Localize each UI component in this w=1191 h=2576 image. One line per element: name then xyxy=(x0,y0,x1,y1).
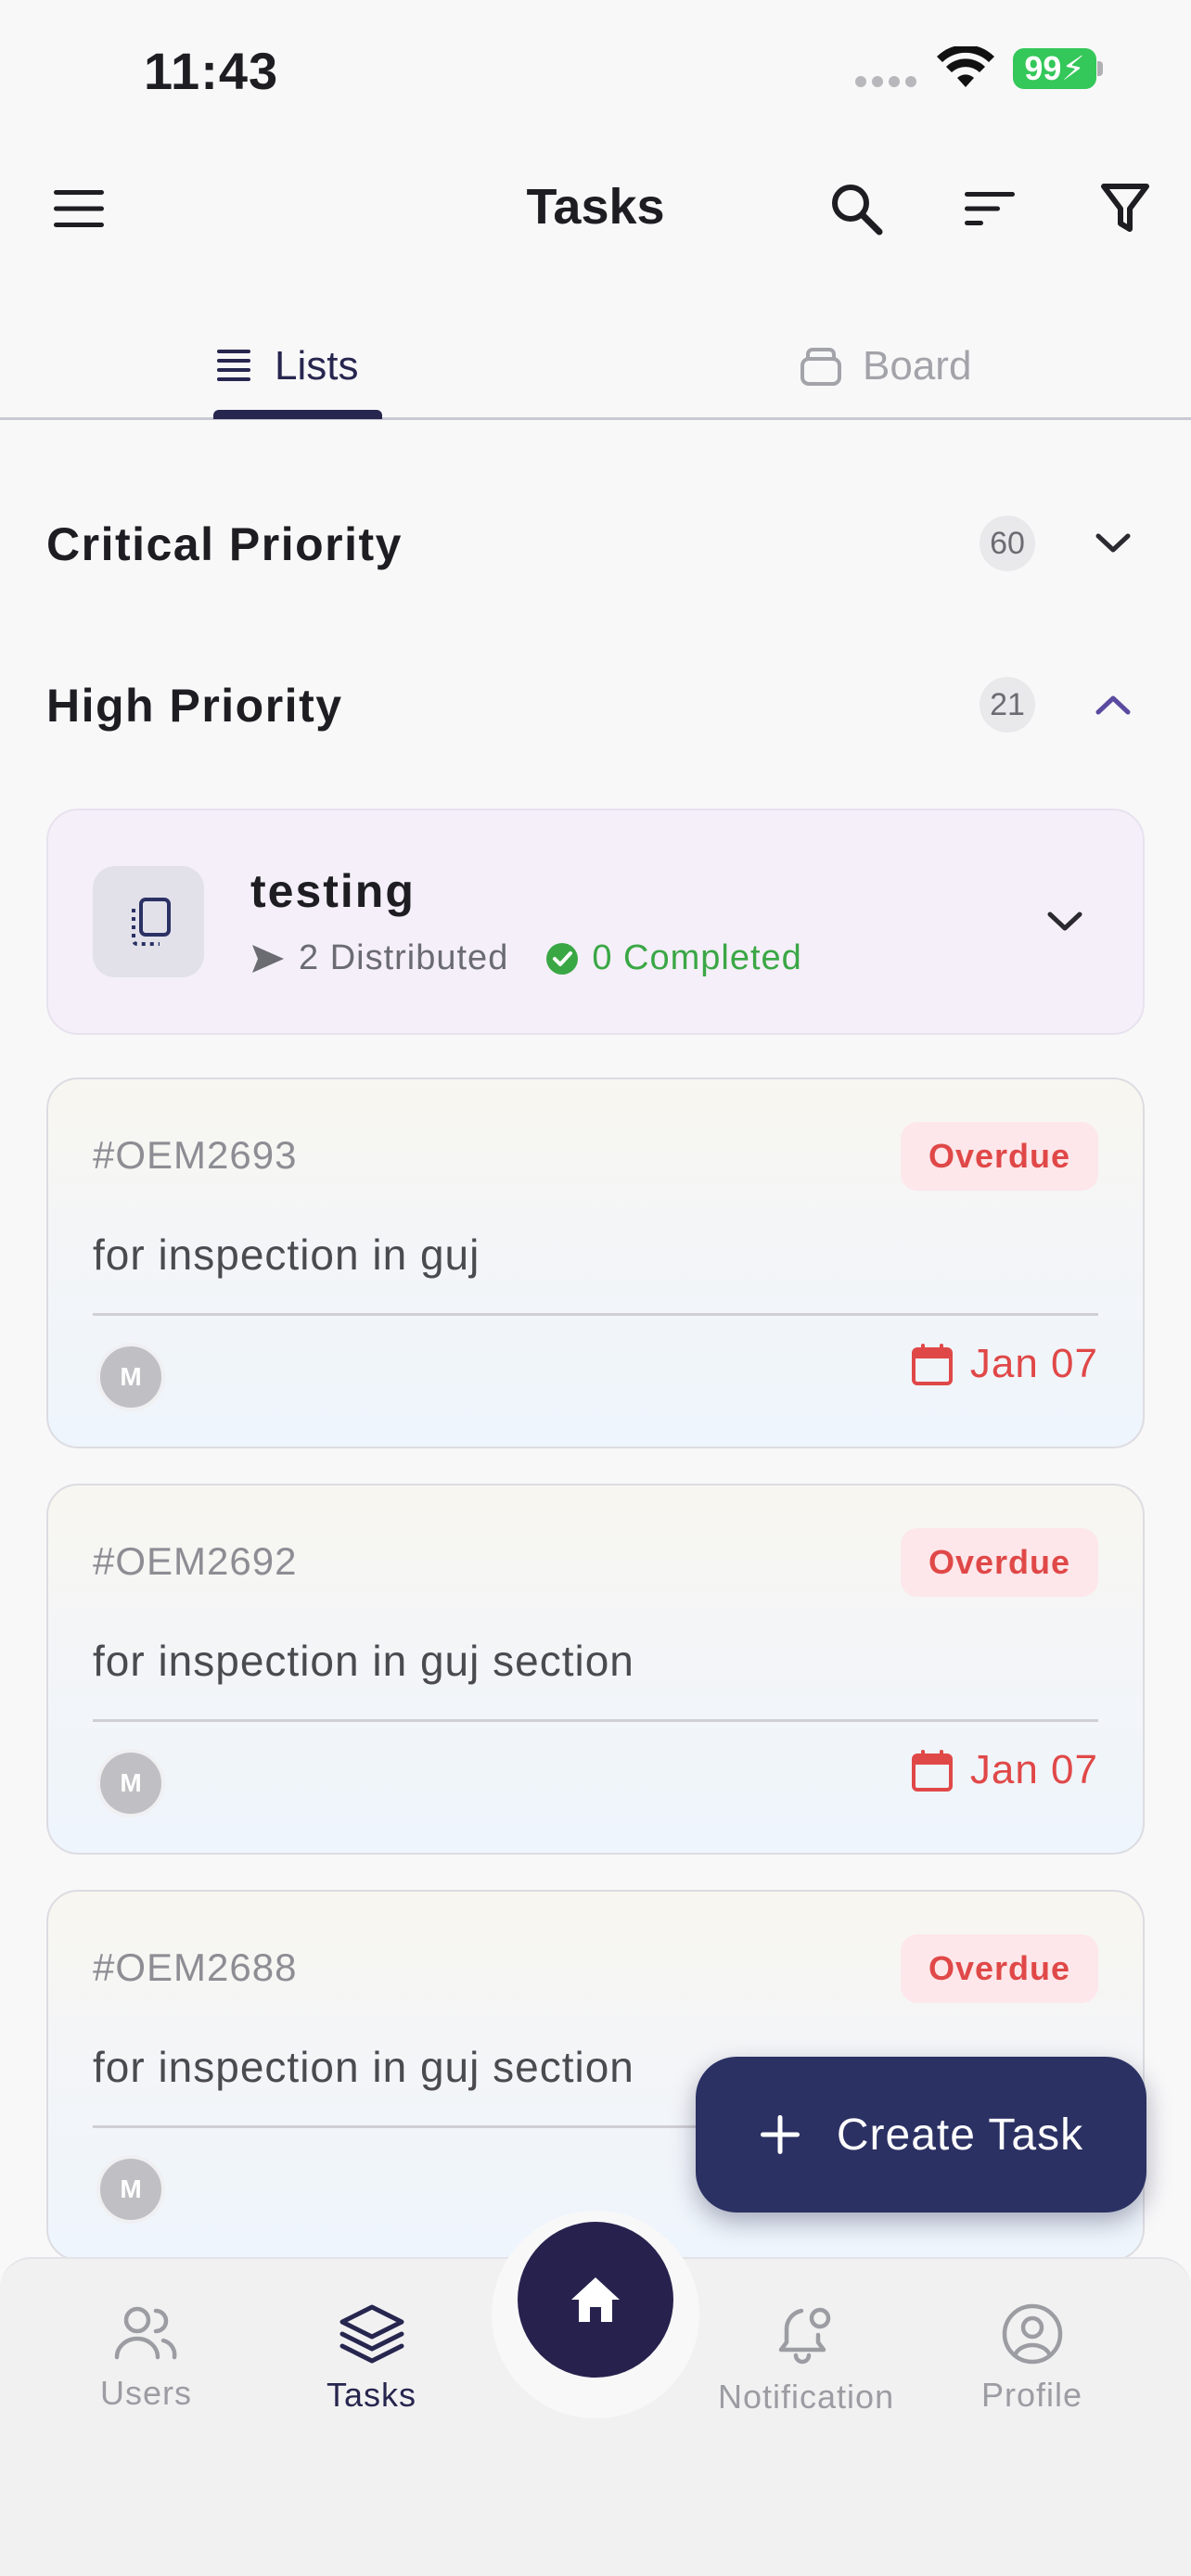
count-badge-high: 21 xyxy=(980,677,1035,733)
nav-tasks[interactable]: Tasks xyxy=(327,2303,416,2415)
collapse-high-button[interactable] xyxy=(1085,677,1141,733)
due-date-label: Jan 07 xyxy=(969,1341,1098,1386)
nav-users-label: Users xyxy=(100,2374,193,2412)
project-avatar xyxy=(93,866,204,977)
nav-profile[interactable]: Profile xyxy=(981,2303,1082,2415)
chevron-down-icon xyxy=(1047,912,1082,931)
filter-icon xyxy=(1101,184,1149,232)
wifi-icon xyxy=(937,46,994,87)
task-card[interactable]: #OEM2692 Overdue for inspection in guj s… xyxy=(46,1484,1145,1855)
due-date: Jan 07 xyxy=(911,1747,1098,1793)
assignee-avatar: M xyxy=(96,1749,165,1817)
status-badge: Overdue xyxy=(900,1934,1098,2003)
group-title-high[interactable]: High Priority xyxy=(46,679,343,733)
status-badge: Overdue xyxy=(900,1528,1098,1597)
active-tab-indicator xyxy=(213,410,382,419)
tab-lists[interactable]: Lists xyxy=(213,315,358,417)
profile-icon xyxy=(1002,2303,1062,2365)
project-meta: 2 Distributed 0 Completed xyxy=(250,938,802,978)
tab-board-label: Board xyxy=(863,343,972,389)
task-id: #OEM2692 xyxy=(93,1539,298,1583)
group-title-critical[interactable]: Critical Priority xyxy=(46,517,403,571)
assignee-avatar: M xyxy=(96,1343,165,1411)
divider xyxy=(93,1719,1098,1722)
calendar-icon xyxy=(911,1344,953,1385)
create-task-label: Create Task xyxy=(836,2110,1084,2160)
home-icon xyxy=(571,2277,620,2322)
nav-users[interactable]: Users xyxy=(100,2303,192,2413)
battery-level: 99 xyxy=(1024,49,1062,87)
battery-icon: 99 ⚡ xyxy=(1013,48,1096,89)
calendar-icon xyxy=(911,1750,953,1792)
assignee-avatar: M xyxy=(96,2155,165,2224)
distributed-count: 2 Distributed xyxy=(250,938,508,978)
task-title: for inspection in guj section xyxy=(93,1637,634,1685)
search-icon xyxy=(832,185,883,236)
copy-pages-icon xyxy=(132,898,171,946)
nav-profile-label: Profile xyxy=(981,2376,1083,2414)
due-date-label: Jan 07 xyxy=(969,1747,1098,1792)
layers-icon xyxy=(339,2304,404,2364)
tab-divider xyxy=(0,417,1191,420)
filter-button[interactable] xyxy=(1083,167,1167,250)
distributed-label: 2 Distributed xyxy=(299,938,509,977)
expand-project-button[interactable] xyxy=(1037,894,1093,950)
task-title: for inspection in guj section xyxy=(93,2043,634,2091)
status-badge: Overdue xyxy=(900,1122,1098,1191)
divider xyxy=(93,1313,1098,1316)
task-title: for inspection in guj xyxy=(93,1231,480,1279)
plus-icon xyxy=(760,2115,800,2154)
chevron-up-icon xyxy=(1095,695,1131,715)
home-button[interactable] xyxy=(518,2222,673,2378)
project-card[interactable] xyxy=(46,809,1145,1035)
task-id: #OEM2693 xyxy=(93,1133,298,1177)
list-icon xyxy=(217,350,250,381)
tab-lists-label: Lists xyxy=(275,343,359,389)
board-icon xyxy=(800,348,841,386)
sort-icon xyxy=(965,192,1015,225)
due-date: Jan 07 xyxy=(911,1341,1098,1387)
chevron-down-icon xyxy=(1095,533,1131,553)
nav-notification[interactable]: Notification xyxy=(718,2303,894,2417)
expand-critical-button[interactable] xyxy=(1085,516,1141,571)
task-card[interactable]: #OEM2693 Overdue for inspection in guj M… xyxy=(46,1078,1145,1448)
search-button[interactable] xyxy=(814,167,898,250)
task-id: #OEM2688 xyxy=(93,1945,298,1989)
bell-icon xyxy=(778,2307,831,2365)
cellular-signal-icon xyxy=(855,76,916,87)
nav-tasks-label: Tasks xyxy=(327,2376,417,2414)
send-icon xyxy=(252,944,284,973)
status-time: 11:43 xyxy=(144,42,279,100)
completed-label: 0 Completed xyxy=(592,938,802,977)
nav-notification-label: Notification xyxy=(718,2378,895,2416)
users-icon xyxy=(114,2306,176,2360)
project-name: testing xyxy=(250,865,416,917)
count-badge-critical: 60 xyxy=(980,516,1035,571)
create-task-button[interactable]: Create Task xyxy=(696,2057,1146,2213)
completed-count: 0 Completed xyxy=(545,938,801,978)
tab-board[interactable]: Board xyxy=(800,315,971,417)
check-circle-icon xyxy=(546,942,579,975)
battery-tip xyxy=(1097,61,1103,76)
sort-button[interactable] xyxy=(948,167,1031,250)
